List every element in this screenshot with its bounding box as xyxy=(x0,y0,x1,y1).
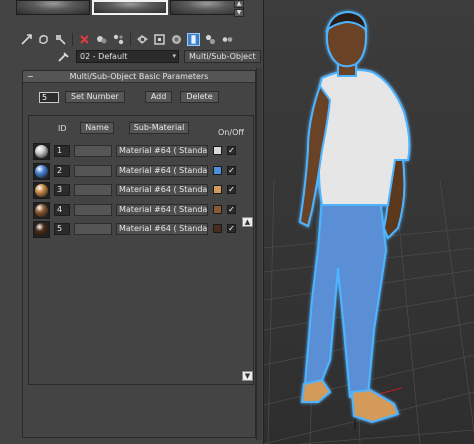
list-scroll-up-icon[interactable]: ▲ xyxy=(242,217,253,227)
material-name-dropdown[interactable]: 02 - Default ▾ xyxy=(76,49,179,63)
rollout-header[interactable]: − Multi/Sub-Object Basic Parameters xyxy=(23,71,255,83)
column-header-name[interactable]: Name xyxy=(80,122,114,134)
make-unique-icon[interactable] xyxy=(95,33,108,46)
material-id-channel-icon[interactable] xyxy=(136,33,149,46)
delete-icon[interactable] xyxy=(78,33,91,46)
collapse-icon: − xyxy=(27,72,34,81)
sub-material-on-checkbox[interactable]: ✓ xyxy=(227,224,236,233)
sub-material-row: 1 Material #64 ( Standard ) ✓ xyxy=(33,142,249,161)
sub-material-name-field[interactable] xyxy=(74,203,112,216)
sub-material-color-swatch[interactable] xyxy=(213,165,222,175)
list-scroll-down-icon[interactable]: ▼ xyxy=(242,371,253,381)
sub-material-name-field[interactable] xyxy=(74,145,112,157)
slot-scroll-up-icon[interactable]: ▲ xyxy=(234,0,244,8)
material-sphere-icon xyxy=(35,203,48,217)
sub-material-row: 3 Material #64 ( Standard ) ✓ xyxy=(33,181,249,200)
sub-material-id-field[interactable]: 2 xyxy=(54,164,70,177)
sub-material-id-field[interactable]: 4 xyxy=(54,203,70,216)
sample-slot[interactable] xyxy=(170,0,244,15)
sub-material-list: ID Name Sub-Material On/Off 1 Material #6… xyxy=(28,115,254,385)
sub-material-row: 5 Material #64 ( Standard ) ✓ xyxy=(33,220,249,239)
material-sphere-icon xyxy=(35,184,48,197)
material-editor-panel: ▲ ▼ 02 - Default ▾ Multi/Sub-Object − Mu… xyxy=(0,0,264,444)
slot-scroll-down-icon[interactable]: ▼ xyxy=(234,9,244,17)
sub-material-on-checkbox[interactable]: ✓ xyxy=(227,204,236,214)
delete-button[interactable]: Delete xyxy=(180,91,219,103)
assign-to-selection-icon[interactable] xyxy=(54,33,67,46)
material-name-row: 02 - Default ▾ Multi/Sub-Object xyxy=(56,49,261,63)
sub-material-row: 4 Material #64 ( Standard ) ✓ xyxy=(33,201,249,220)
sub-material-preview[interactable] xyxy=(33,143,50,160)
set-number-button[interactable]: Set Number xyxy=(65,91,125,103)
sub-material-button[interactable]: Material #64 ( Standard ) xyxy=(116,164,208,177)
sub-material-color-swatch[interactable] xyxy=(213,185,222,194)
column-header-id: ID xyxy=(58,124,67,133)
sub-material-preview[interactable] xyxy=(33,162,50,180)
sub-material-name-field[interactable] xyxy=(74,223,112,235)
sub-material-button[interactable]: Material #64 ( Standard ) xyxy=(116,184,208,196)
sub-material-button[interactable]: Material #64 ( Standard ) xyxy=(116,145,208,157)
eyedropper-icon[interactable] xyxy=(56,50,71,62)
get-material-icon[interactable] xyxy=(20,33,33,46)
toolbar-separator xyxy=(130,32,131,46)
sub-material-preview[interactable] xyxy=(33,221,50,238)
material-toolbar xyxy=(20,31,234,47)
sub-material-button[interactable]: Material #64 ( Standard ) xyxy=(116,223,208,235)
show-shaded-icon[interactable] xyxy=(153,33,166,46)
count-controls: 5 Set Number Add Delete xyxy=(39,91,219,103)
show-map-in-viewport-icon[interactable] xyxy=(187,32,200,46)
sub-material-preview[interactable] xyxy=(33,201,50,219)
rollout-title: Multi/Sub-Object Basic Parameters xyxy=(69,72,209,81)
panel-scrollbar[interactable] xyxy=(256,68,262,440)
sub-material-name-field[interactable] xyxy=(74,184,112,196)
sub-material-preview[interactable] xyxy=(33,182,50,199)
sub-material-id-field[interactable]: 5 xyxy=(54,223,70,235)
column-header-on-off: On/Off xyxy=(218,128,244,137)
go-to-parent-icon[interactable] xyxy=(204,33,217,46)
sub-material-on-checkbox[interactable]: ✓ xyxy=(227,146,236,155)
sub-material-id-field[interactable]: 1 xyxy=(54,145,70,157)
material-sphere-icon xyxy=(35,164,48,178)
sample-slot[interactable] xyxy=(16,0,90,15)
put-to-scene-icon[interactable] xyxy=(37,33,50,46)
sub-material-on-checkbox[interactable]: ✓ xyxy=(227,185,236,194)
multi-sub-object-rollout: − Multi/Sub-Object Basic Parameters 5 Se… xyxy=(22,70,256,438)
sub-material-name-field[interactable] xyxy=(74,164,112,177)
sub-material-color-swatch[interactable] xyxy=(213,224,222,233)
sub-material-button[interactable]: Material #64 ( Standard ) xyxy=(116,203,208,216)
sample-slots xyxy=(16,0,244,17)
show-end-result-icon[interactable] xyxy=(170,33,183,46)
material-type-button[interactable]: Multi/Sub-Object xyxy=(184,49,261,63)
material-sphere-icon xyxy=(35,223,48,236)
toolbar-separator xyxy=(72,32,73,46)
number-of-materials-field[interactable]: 5 xyxy=(39,91,59,103)
material-name-value: 02 - Default xyxy=(80,51,128,61)
sub-material-on-checkbox[interactable]: ✓ xyxy=(227,165,236,175)
add-button[interactable]: Add xyxy=(144,91,173,103)
material-sphere-icon xyxy=(35,145,48,158)
sample-slot-selected[interactable] xyxy=(92,0,168,15)
sub-material-color-swatch[interactable] xyxy=(213,204,222,214)
sub-material-row: 2 Material #64 ( Standard ) ✓ xyxy=(33,162,249,181)
sub-material-color-swatch[interactable] xyxy=(213,146,222,155)
sub-material-id-field[interactable]: 3 xyxy=(54,184,70,196)
column-header-sub-material[interactable]: Sub-Material xyxy=(129,122,189,134)
go-forward-icon[interactable] xyxy=(221,33,234,46)
put-to-library-icon[interactable] xyxy=(112,33,125,46)
chevron-down-icon: ▾ xyxy=(172,51,176,60)
